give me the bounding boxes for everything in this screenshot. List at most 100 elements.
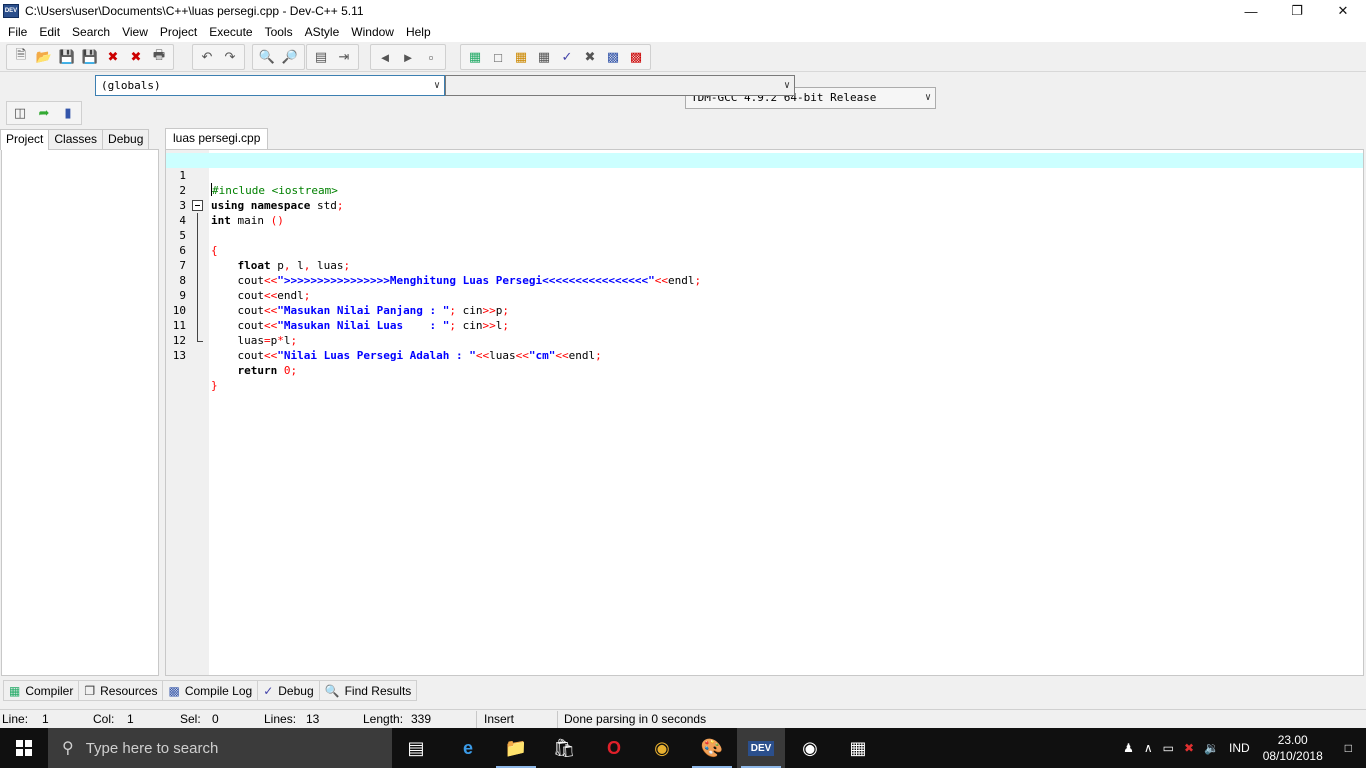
people-icon[interactable]: ♟	[1118, 741, 1139, 755]
store-icon[interactable]: 🛍	[540, 728, 588, 768]
chrome-icon[interactable]: ◉	[638, 728, 686, 768]
clock[interactable]: 23.00 08/10/2018	[1255, 732, 1331, 764]
code-editor[interactable]: 1 #include <iostream> 2 using namespace …	[165, 149, 1364, 676]
rebuild-all-icon[interactable]: ▦	[534, 47, 554, 67]
tab-resources[interactable]: ❐ Resources	[78, 680, 164, 701]
calculator-icon[interactable]: ▦	[834, 728, 882, 768]
code-line[interactable]: 4 {	[166, 198, 1363, 257]
close-icon[interactable]: ✕	[1320, 0, 1366, 22]
menu-edit[interactable]: Edit	[33, 22, 66, 42]
menu-astyle[interactable]: AStyle	[299, 22, 346, 42]
compile-run-icon[interactable]: ▦	[511, 47, 531, 67]
menu-search[interactable]: Search	[66, 22, 116, 42]
save-icon[interactable]: 💾	[57, 47, 77, 67]
code-line[interactable]: 6 cout<<">>>>>>>>>>>>>>>>Menghitung Luas…	[166, 228, 1363, 287]
status-line-label: Line:	[2, 712, 29, 726]
input-language[interactable]: IND	[1224, 741, 1255, 755]
menu-tools[interactable]: Tools	[259, 22, 299, 42]
devcpp-taskbar-icon[interactable]: DEV	[737, 728, 785, 768]
menu-view[interactable]: View	[116, 22, 154, 42]
tab-classes[interactable]: Classes	[48, 129, 104, 149]
tab-debug[interactable]: Debug	[102, 129, 150, 149]
checkmark-icon: ✓	[263, 683, 274, 698]
line-number: 13	[172, 349, 186, 362]
replace-icon[interactable]: 🔎	[280, 47, 300, 67]
paint-icon[interactable]: 🎨	[688, 728, 736, 768]
tab-compiler[interactable]: ▦ Compiler	[3, 680, 80, 701]
bookmark-icon[interactable]: ▮	[58, 103, 78, 123]
fold-collapse-icon[interactable]	[192, 200, 203, 211]
menu-execute[interactable]: Execute	[203, 22, 258, 42]
delete-profile-icon[interactable]: ▩	[626, 47, 646, 67]
code-line[interactable]: 13 }	[166, 333, 1363, 392]
undo-icon[interactable]: ↶	[197, 47, 217, 67]
menu-window[interactable]: Window	[345, 22, 400, 42]
member-select[interactable]: ∨	[445, 75, 795, 96]
add-to-project-icon[interactable]: ◄	[375, 47, 395, 67]
editor-tab-file[interactable]: luas persegi.cpp	[165, 128, 269, 149]
project-browser[interactable]	[1, 149, 159, 676]
bottom-panel-tabs: ▦ Compiler ❐ Resources ▩ Compile Log ✓ D…	[3, 680, 418, 702]
opera-icon[interactable]: O	[590, 728, 638, 768]
minimize-icon[interactable]: —	[1228, 0, 1274, 22]
code-line[interactable]: 9 cout<<"Masukan Nilai Luas : "; cin>>l;	[166, 273, 1363, 332]
code-line[interactable]: 1 #include <iostream>	[166, 153, 1363, 197]
file-explorer-icon[interactable]: 📁	[492, 728, 540, 768]
resources-icon: ❐	[84, 683, 96, 698]
menu-file[interactable]: File	[2, 22, 33, 42]
project-options-icon[interactable]: ▫	[421, 47, 441, 67]
new-class-icon[interactable]: ◫	[10, 103, 30, 123]
menu-help[interactable]: Help	[400, 22, 437, 42]
scope-select[interactable]: (globals) ∨	[95, 75, 445, 96]
tab-resources-label: Resources	[100, 683, 158, 698]
main-toolbar: 🗎 📂 💾 💾 ✖ ✖ 🖶 ↶ ↷ 🔍 🔎 ▤ ⇥ ◄ ► ▫ ▦ □ ▦ ▦ …	[0, 42, 1366, 109]
find-icon[interactable]: 🔍	[257, 47, 277, 67]
close-file-icon[interactable]: ✖	[103, 47, 123, 67]
search-icon: ⚲	[62, 740, 74, 757]
save-all-icon[interactable]: 💾	[80, 47, 100, 67]
code-line[interactable]: 3 int main ()	[166, 183, 1363, 227]
task-view-icon[interactable]: ▤	[392, 728, 440, 768]
code-line[interactable]: 11 cout<<"Nilai Luas Persegi Adalah : "<…	[166, 303, 1363, 362]
syntax-check-icon[interactable]: ✓	[557, 47, 577, 67]
redo-icon[interactable]: ↷	[220, 47, 240, 67]
run-icon[interactable]: □	[488, 47, 508, 67]
code-line[interactable]: 10 luas=p*l;	[166, 288, 1363, 347]
close-all-icon[interactable]: ✖	[126, 47, 146, 67]
network-icon[interactable]: ✖	[1179, 741, 1199, 755]
edit-toolbar: ↶ ↷	[192, 44, 245, 70]
code-line[interactable]: 12 return 0;	[166, 318, 1363, 377]
taskbar-search[interactable]: ⚲ Type here to search	[48, 728, 392, 768]
battery-icon[interactable]: ▭	[1158, 741, 1179, 755]
open-file-icon[interactable]: 📂	[34, 47, 54, 67]
stop-execution-icon[interactable]: ✖	[580, 47, 600, 67]
file-toolbar: 🗎 📂 💾 💾 ✖ ✖ 🖶	[6, 44, 174, 70]
profile-chart-icon[interactable]: ▩	[603, 47, 623, 67]
print-icon[interactable]: 🖶	[149, 47, 169, 67]
windows-logo-icon	[16, 740, 32, 756]
insert-icon[interactable]: ➦	[34, 103, 54, 123]
code-line[interactable]: 8 cout<<"Masukan Nilai Panjang : "; cin>…	[166, 258, 1363, 317]
volume-icon[interactable]: 🔉	[1199, 741, 1224, 755]
indent-icon[interactable]: ⇥	[334, 47, 354, 67]
tab-debug-output[interactable]: ✓ Debug	[257, 680, 320, 701]
tab-find-results[interactable]: 🔍 Find Results	[318, 680, 418, 701]
edge-icon[interactable]: e	[444, 728, 492, 768]
tab-project[interactable]: Project	[0, 129, 50, 150]
code-line[interactable]: 5 float p, l, luas;	[166, 213, 1363, 272]
notifications-icon[interactable]: □	[1331, 741, 1366, 755]
windows-taskbar: ⚲ Type here to search ▤ e 📁 🛍 O ◉ 🎨 DEV …	[0, 728, 1366, 768]
tab-compile-log[interactable]: ▩ Compile Log	[162, 680, 259, 701]
code-line[interactable]: 7 cout<<endl;	[166, 243, 1363, 302]
menu-project[interactable]: Project	[154, 22, 203, 42]
compile-icon[interactable]: ▦	[465, 47, 485, 67]
scope-select-value: (globals)	[101, 79, 161, 92]
goto-line-icon[interactable]: ▤	[311, 47, 331, 67]
new-file-icon[interactable]: 🗎	[11, 47, 31, 67]
code-line[interactable]: 2 using namespace std;	[166, 168, 1363, 212]
chevron-up-icon[interactable]: ∧	[1139, 741, 1158, 755]
start-button[interactable]	[0, 728, 48, 768]
restore-icon[interactable]: ❐	[1274, 0, 1320, 22]
media-icon[interactable]: ◉	[786, 728, 834, 768]
remove-from-project-icon[interactable]: ►	[398, 47, 418, 67]
